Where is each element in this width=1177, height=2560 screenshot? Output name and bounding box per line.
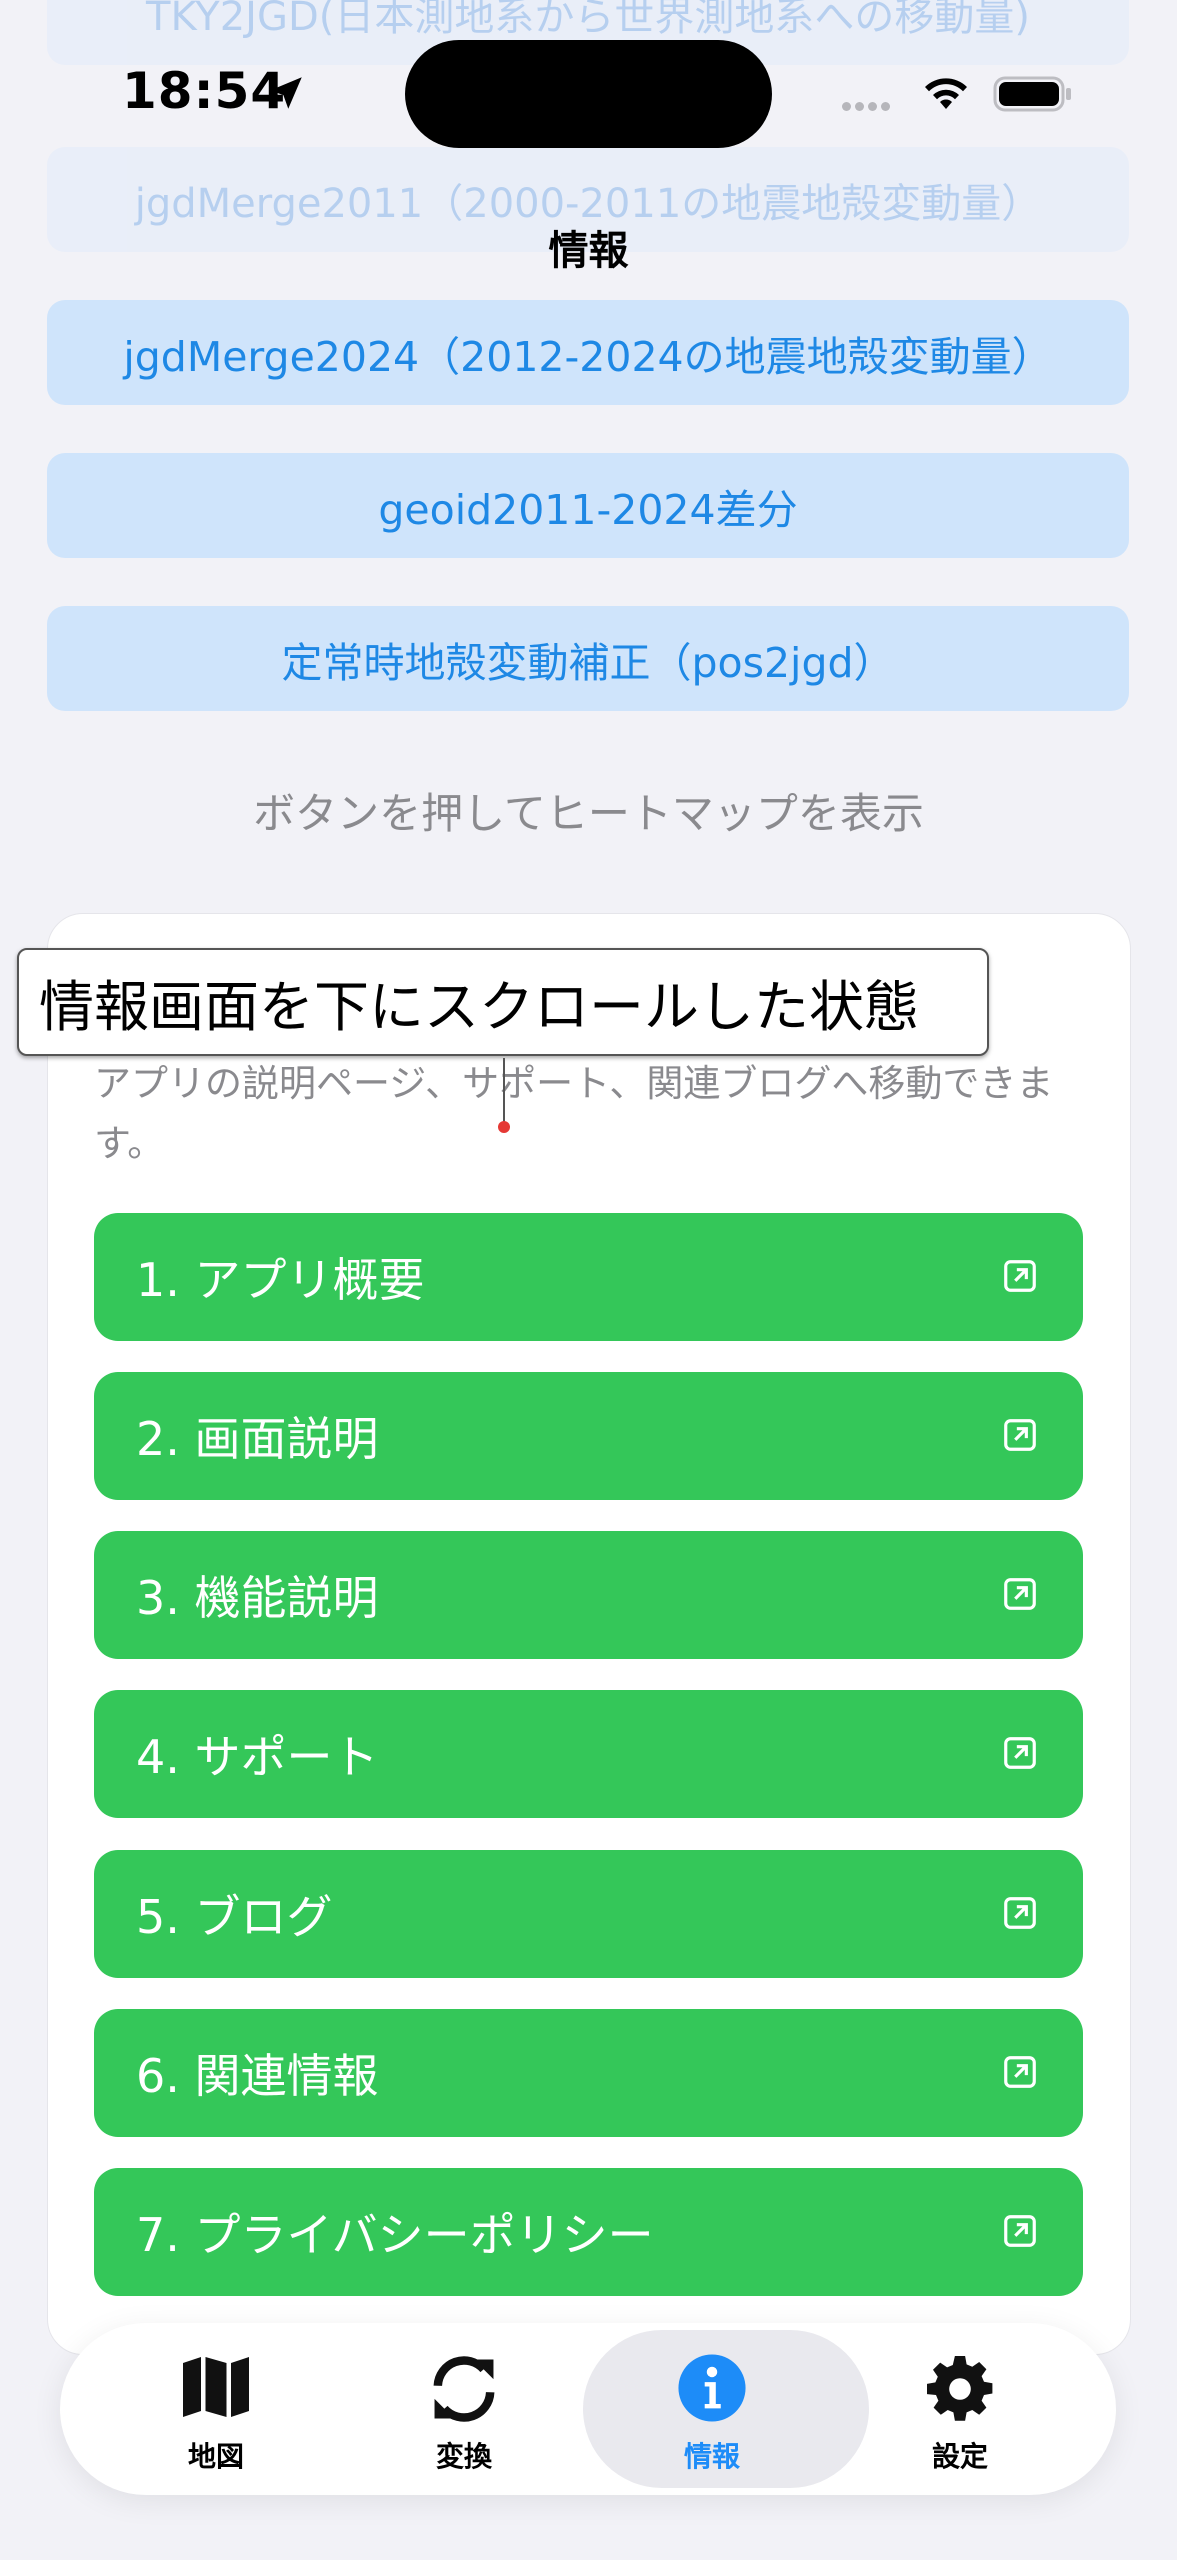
link-support[interactable]: 4. サポート bbox=[94, 1690, 1083, 1818]
link-label: 1. アプリ概要 bbox=[136, 1253, 425, 1307]
convert-icon bbox=[433, 2356, 495, 2422]
tab-label: 設定 bbox=[931, 2440, 988, 2473]
external-link-icon bbox=[1004, 1737, 1036, 1769]
tab-map[interactable]: 地図 bbox=[92, 2323, 340, 2495]
link-label: 3. 機能説明 bbox=[136, 1571, 379, 1625]
annotation-label: 情報画面を下にスクロールした状態 bbox=[17, 948, 989, 1056]
tab-label: 地図 bbox=[187, 2440, 244, 2473]
link-privacy-policy[interactable]: 7. プライバシーポリシー bbox=[94, 2168, 1083, 2296]
external-link-icon bbox=[1004, 1260, 1036, 1292]
link-blog[interactable]: 5. ブログ bbox=[94, 1850, 1083, 1978]
map-icon bbox=[183, 2357, 249, 2417]
external-link-icon bbox=[1004, 2215, 1036, 2247]
annotation-pointer bbox=[503, 1058, 505, 1124]
external-link-icon bbox=[1004, 1897, 1036, 1929]
cellular-signal-icon bbox=[842, 96, 894, 115]
card-description: アプリの説明ページ、サポート、関連ブログへ移動できます。 bbox=[94, 1062, 1054, 1165]
tab-label: 変換 bbox=[435, 2440, 492, 2473]
heatmap-button-pos2jgd[interactable]: 定常時地殻変動補正（pos2jgd） bbox=[47, 606, 1129, 711]
tab-bar: 地図 変換 情報 設定 bbox=[60, 2323, 1116, 2495]
link-label: 7. プライバシーポリシー bbox=[136, 2208, 654, 2262]
link-label: 2. 画面説明 bbox=[136, 1412, 379, 1466]
link-label: 4. サポート bbox=[136, 1730, 379, 1784]
heatmap-button-geoid-diff[interactable]: geoid2011-2024差分 bbox=[47, 453, 1129, 558]
tab-label: 情報 bbox=[683, 2440, 740, 2473]
status-time: 18:54 bbox=[122, 62, 287, 120]
dynamic-island bbox=[405, 40, 772, 148]
page-title: 情報 bbox=[548, 228, 629, 274]
link-related-info[interactable]: 6. 関連情報 bbox=[94, 2009, 1083, 2137]
battery-icon bbox=[993, 76, 1071, 112]
location-arrow-icon bbox=[270, 77, 302, 109]
link-screen-guide[interactable]: 2. 画面説明 bbox=[94, 1372, 1083, 1500]
status-bar: 18:54 bbox=[0, 0, 1177, 190]
link-label: 5. ブログ bbox=[136, 1890, 333, 1944]
link-app-overview[interactable]: 1. アプリ概要 bbox=[94, 1213, 1083, 1341]
link-feature-guide[interactable]: 3. 機能説明 bbox=[94, 1531, 1083, 1659]
annotation-pointer-dot bbox=[498, 1121, 510, 1133]
heatmap-button-jgdmerge2024[interactable]: jgdMerge2024（2012-2024の地震地殻変動量） bbox=[47, 300, 1129, 405]
external-link-icon bbox=[1004, 1419, 1036, 1451]
tab-convert[interactable]: 変換 bbox=[340, 2323, 588, 2495]
info-icon bbox=[678, 2354, 746, 2422]
tab-settings[interactable]: 設定 bbox=[836, 2323, 1084, 2495]
wifi-icon bbox=[925, 78, 967, 109]
gear-icon bbox=[927, 2356, 993, 2421]
tab-info[interactable]: 情報 bbox=[583, 2323, 869, 2495]
external-link-icon bbox=[1004, 2056, 1036, 2088]
external-link-icon bbox=[1004, 1578, 1036, 1610]
link-label: 6. 関連情報 bbox=[136, 2049, 379, 2103]
heatmap-hint: ボタンを押してヒートマップを表示 bbox=[253, 789, 924, 838]
